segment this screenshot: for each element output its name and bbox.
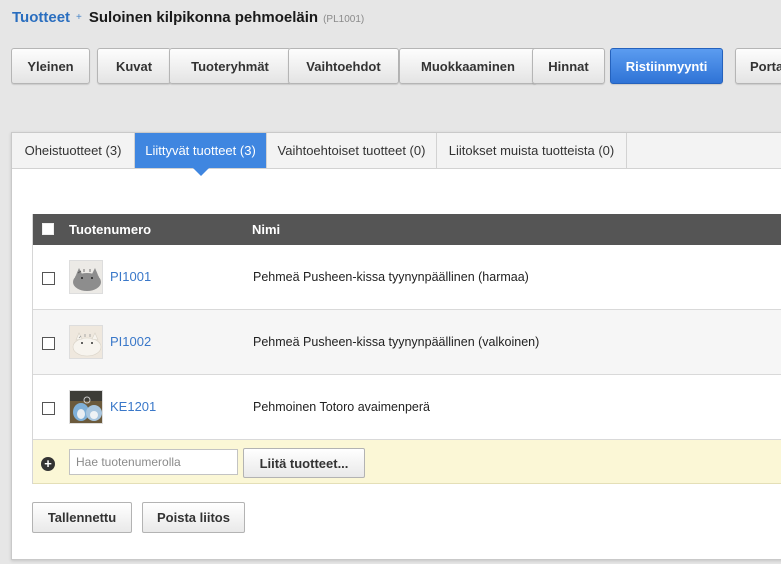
product-number-search-input[interactable] <box>69 449 238 475</box>
breadcrumb: Tuotteet + Suloinen kilpikonna pehmoeläi… <box>12 9 364 31</box>
product-code: (PL1001) <box>323 14 365 25</box>
white-cat-cushion-thumbnail-icon <box>69 325 103 359</box>
cross-sell-panel: Oheistuotteet (3) Liittyvät tuotteet (3)… <box>11 132 781 560</box>
select-all-checkbox[interactable] <box>42 223 54 235</box>
breadcrumb-products-link[interactable]: Tuotteet <box>12 9 70 26</box>
subtab-vaihtoehtoiset-tuotteet[interactable]: Vaihtoehtoiset tuotteet (0) <box>267 133 437 168</box>
breadcrumb-separator-icon: + <box>76 12 82 23</box>
grey-cat-cushion-thumbnail-icon <box>69 260 103 294</box>
row-checkbox[interactable] <box>42 337 55 350</box>
row-checkbox[interactable] <box>42 402 55 415</box>
remove-link-button[interactable]: Poista liitos <box>142 502 245 533</box>
tab-kuvat[interactable]: Kuvat <box>97 48 171 84</box>
subtab-liittyvat-tuotteet[interactable]: Liittyvät tuotteet (3) <box>135 133 267 176</box>
subtab-oheistuotteet[interactable]: Oheistuotteet (3) <box>12 133 135 168</box>
subtab-bar: Oheistuotteet (3) Liittyvät tuotteet (3)… <box>12 133 781 176</box>
subtab-liitokset-muista[interactable]: Liitokset muista tuotteista (0) <box>437 133 627 168</box>
tab-ristiinmyynti[interactable]: Ristiinmyynti <box>610 48 723 84</box>
plus-circle-icon[interactable]: + <box>41 457 55 471</box>
tab-yleinen[interactable]: Yleinen <box>11 48 90 84</box>
totoro-keychain-thumbnail-icon <box>69 390 103 424</box>
tab-tuoteryhmat[interactable]: Tuoteryhmät <box>169 48 291 84</box>
product-number-link[interactable]: PI1001 <box>110 269 151 284</box>
save-button[interactable]: Tallennettu <box>32 502 132 533</box>
main-tab-bar: Yleinen Kuvat Tuoteryhmät Vaihtoehdot Mu… <box>11 48 781 88</box>
product-name: Pehmeä Pusheen-kissa tyynynpäällinen (va… <box>253 335 540 349</box>
tab-hinnat[interactable]: Hinnat <box>532 48 605 84</box>
tab-muokkaaminen[interactable]: Muokkaaminen <box>399 48 537 84</box>
page-title: Suloinen kilpikonna pehmoeläin <box>88 9 319 26</box>
product-number-link[interactable]: PI1002 <box>110 334 151 349</box>
related-products-table: Tuotenumero Nimi PI1001 Pehmeä Pusheen-k… <box>32 214 781 484</box>
link-products-button[interactable]: Liitä tuotteet... <box>243 448 365 478</box>
add-related-product-row: + Liitä tuotteet... <box>33 440 781 484</box>
table-row: KE1201 Pehmoinen Totoro avaimenperä <box>33 375 781 440</box>
subtab-liittyvat-label: Liittyvät tuotteet (3) <box>145 143 256 158</box>
table-row: PI1002 Pehmeä Pusheen-kissa tyynynpäälli… <box>33 310 781 375</box>
tab-vaihtoehdot[interactable]: Vaihtoehdot <box>288 48 399 84</box>
product-name: Pehmoinen Totoro avaimenperä <box>253 400 430 414</box>
product-name: Pehmeä Pusheen-kissa tyynynpäällinen (ha… <box>253 270 529 284</box>
table-header: Tuotenumero Nimi <box>33 214 781 245</box>
column-header-name: Nimi <box>252 222 281 237</box>
column-header-number: Tuotenumero <box>69 222 152 237</box>
active-tab-caret-icon <box>192 168 209 176</box>
table-row: PI1001 Pehmeä Pusheen-kissa tyynynpäälli… <box>33 245 781 310</box>
row-checkbox[interactable] <box>42 272 55 285</box>
product-number-link[interactable]: KE1201 <box>110 399 156 414</box>
tab-portaat[interactable]: Porta <box>735 48 781 84</box>
